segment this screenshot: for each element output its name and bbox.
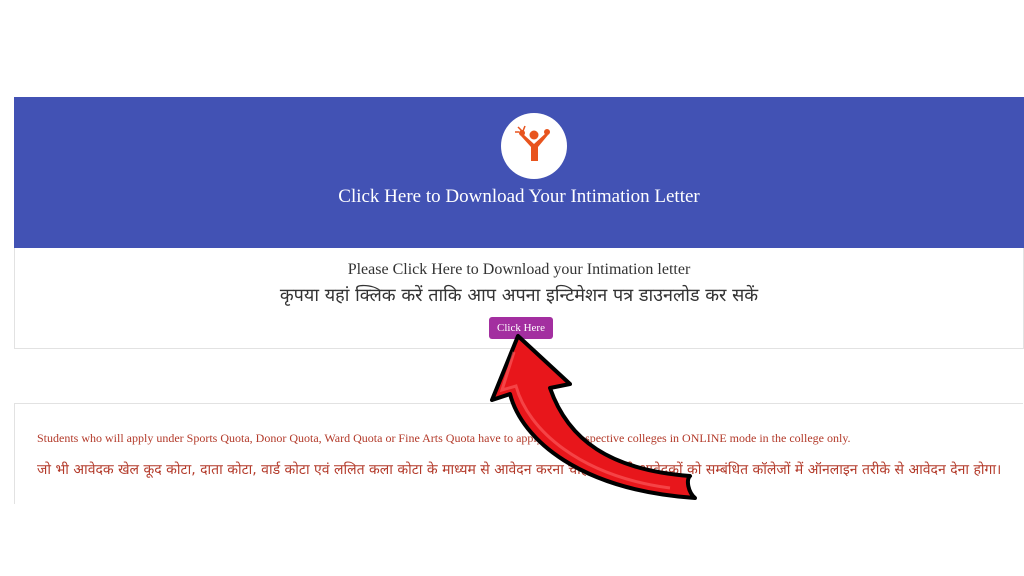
person-raising-hand-logo-icon [515,125,550,161]
download-instruction-hindi: कृपया यहां क्लिक करें ताकि आप अपना इन्टि… [279,285,759,306]
quota-notice: Students who will apply under Sports Quo… [14,403,1023,504]
page: Click Here to Download Your Intimation L… [0,0,1024,576]
header-banner: Click Here to Download Your Intimation L… [14,97,1024,248]
quota-notice-hindi: जो भी आवेदक खेल कूद कोटा, दाता कोटा, वार… [37,462,1002,478]
logo [501,113,567,179]
quota-notice-english: Students who will apply under Sports Quo… [37,431,851,445]
download-instruction-english: Please Click Here to Download your Intim… [347,261,691,278]
banner-title[interactable]: Click Here to Download Your Intimation L… [14,186,1024,208]
download-card: Please Click Here to Download your Intim… [14,248,1024,349]
click-here-button[interactable]: Click Here [489,317,553,339]
